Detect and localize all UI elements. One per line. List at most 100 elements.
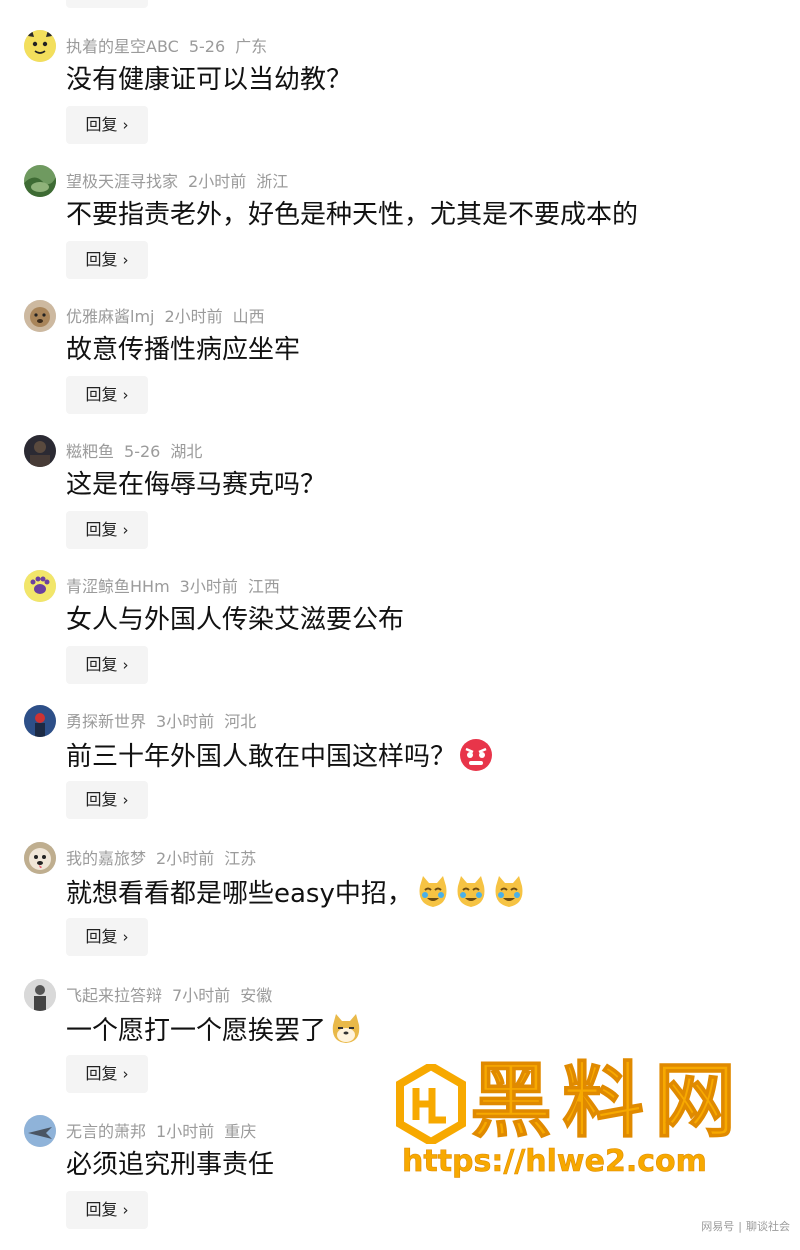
- avatar[interactable]: [24, 979, 56, 1011]
- reply-label: 回复: [85, 790, 118, 809]
- dark-scene-avatar-icon: [24, 435, 56, 467]
- comment-username[interactable]: 我的嘉旅梦: [66, 849, 146, 868]
- comment-meta: 执着的星空ABC 5-26 广东: [66, 36, 277, 58]
- comment-text: 必须追究刑事责任: [66, 1147, 274, 1183]
- comment-username[interactable]: 优雅麻酱lmj: [66, 307, 154, 326]
- previous-reply-button-partial[interactable]: [66, 0, 148, 8]
- comment-time: 3小时前: [179, 577, 238, 596]
- chevron-right-icon: ›: [122, 386, 129, 404]
- comment-item: 糍粑鱼 5-26 湖北 这是在侮辱马赛克吗？ 回复 ›: [0, 435, 800, 570]
- reply-button[interactable]: 回复 ›: [66, 511, 148, 549]
- comment-meta: 青涩鲸鱼HHm 3小时前 江西: [66, 576, 290, 598]
- reply-label: 回复: [85, 655, 118, 674]
- reply-button[interactable]: 回复 ›: [66, 376, 148, 414]
- comment-meta: 我的嘉旅梦 2小时前 江苏: [66, 848, 266, 870]
- comment-time: 5-26: [124, 442, 161, 461]
- comment-text-body: 必须追究刑事责任: [66, 1150, 275, 1180]
- comment-location: 浙江: [256, 172, 289, 191]
- comment-location: 江西: [247, 577, 280, 596]
- cat-laugh-emoji-icon: [457, 876, 485, 907]
- reply-button[interactable]: 回复 ›: [66, 1191, 148, 1229]
- comment-location: 广东: [235, 37, 268, 56]
- chevron-right-icon: ›: [122, 251, 129, 269]
- reply-button[interactable]: 回复 ›: [66, 646, 148, 684]
- source-channel: 聊谈社会: [746, 1220, 790, 1233]
- chevron-right-icon: ›: [122, 521, 129, 539]
- yellow-cartoon-avatar-icon: [24, 30, 56, 62]
- chevron-right-icon: ›: [122, 1201, 129, 1219]
- reply-label: 回复: [85, 385, 118, 404]
- comment-text: 就想看看都是哪些easy中招，: [66, 874, 527, 910]
- comment-item: 执着的星空ABC 5-26 广东 没有健康证可以当幼教？ 回复 ›: [0, 30, 800, 165]
- comment-item: 我的嘉旅梦 2小时前 江苏 就想看看都是哪些easy中招， 回复 ›: [0, 842, 800, 977]
- comment-meta: 望极天涯寻找家 2小时前 浙江: [66, 171, 298, 193]
- comment-item: 青涩鲸鱼HHm 3小时前 江西 女人与外国人传染艾滋要公布 回复 ›: [0, 570, 800, 705]
- dog-avatar-icon: [24, 300, 56, 332]
- comment-time: 5-26: [188, 37, 226, 56]
- comment-location: 湖北: [170, 442, 203, 461]
- reply-button[interactable]: 回复 ›: [66, 241, 148, 279]
- comment-meta: 糍粑鱼 5-26 湖北: [66, 441, 212, 463]
- avatar[interactable]: [24, 30, 56, 62]
- comment-username[interactable]: 望极天涯寻找家: [66, 172, 178, 191]
- doge-emoji-icon: [332, 1014, 360, 1043]
- comment-location: 河北: [224, 712, 257, 731]
- source-attribution: 网易号 | 聊谈社会: [701, 1218, 790, 1234]
- reply-button[interactable]: 回复 ›: [66, 106, 148, 144]
- comment-text-body: 前三十年外国人敢在中国这样吗？: [66, 742, 457, 772]
- comment-time: 2小时前: [156, 849, 215, 868]
- comment-text-body: 不要指责老外，好色是种天性，尤其是不要成本的: [66, 200, 639, 230]
- comment-meta: 勇探新世界 3小时前 河北: [66, 711, 266, 733]
- comment-username[interactable]: 执着的星空ABC: [66, 37, 179, 56]
- comment-username[interactable]: 无言的萧邦: [66, 1122, 146, 1141]
- comment-meta: 飞起来拉答辩 7小时前 安徽: [66, 985, 282, 1007]
- reply-label: 回复: [85, 520, 118, 539]
- paw-avatar-icon: [24, 570, 56, 602]
- reply-label: 回复: [85, 1064, 118, 1083]
- comment-text: 女人与外国人传染艾滋要公布: [66, 602, 404, 638]
- avatar[interactable]: [24, 165, 56, 197]
- comment-text-body: 女人与外国人传染艾滋要公布: [66, 605, 405, 635]
- avatar[interactable]: [24, 705, 56, 737]
- comment-time: 2小时前: [188, 172, 247, 191]
- watermark-title: 黑料网: [469, 1054, 747, 1150]
- dog-face-avatar-icon: [24, 842, 56, 874]
- comment-location: 重庆: [224, 1122, 257, 1141]
- reply-button[interactable]: 回复 ›: [66, 781, 148, 819]
- comment-item: 望极天涯寻找家 2小时前 浙江 不要指责老外，好色是种天性，尤其是不要成本的 回复 ›: [0, 165, 800, 300]
- comment-location: 山西: [232, 307, 265, 326]
- comment-username[interactable]: 糍粑鱼: [66, 442, 114, 461]
- comment-time: 7小时前: [172, 986, 231, 1005]
- reply-label: 回复: [85, 115, 118, 134]
- comment-text: 前三十年外国人敢在中国这样吗？: [66, 737, 494, 773]
- reply-button[interactable]: 回复 ›: [66, 918, 148, 956]
- comment-meta: 无言的萧邦 1小时前 重庆: [66, 1121, 266, 1143]
- comment-location: 江苏: [224, 849, 257, 868]
- comment-username[interactable]: 青涩鲸鱼HHm: [66, 577, 170, 596]
- reply-label: 回复: [85, 1200, 118, 1219]
- comment-text-body: 一个愿打一个愿挨罢了: [66, 1016, 327, 1046]
- separator: |: [738, 1220, 742, 1233]
- chevron-right-icon: ›: [122, 656, 129, 674]
- chevron-right-icon: ›: [122, 1065, 129, 1083]
- comment-time: 2小时前: [164, 307, 223, 326]
- comment-text: 故意传播性病应坐牢: [66, 332, 300, 368]
- comment-text-body: 这是在侮辱马赛克吗？: [66, 470, 327, 500]
- jet-avatar-icon: [24, 1115, 56, 1147]
- avatar[interactable]: [24, 300, 56, 332]
- comment-username[interactable]: 飞起来拉答辩: [66, 986, 162, 1005]
- reply-label: 回复: [85, 927, 118, 946]
- avatar[interactable]: [24, 570, 56, 602]
- landscape-avatar-icon: [24, 165, 56, 197]
- comment-text-body: 没有健康证可以当幼教？: [66, 65, 353, 95]
- avatar[interactable]: [24, 435, 56, 467]
- reply-button[interactable]: 回复 ›: [66, 1055, 148, 1093]
- comment-location: 安徽: [240, 986, 273, 1005]
- comment-item: 勇探新世界 3小时前 河北 前三十年外国人敢在中国这样吗？ 回复 ›: [0, 705, 800, 840]
- comment-username[interactable]: 勇探新世界: [66, 712, 146, 731]
- avatar[interactable]: [24, 1115, 56, 1147]
- hl-logo-icon: [396, 1064, 466, 1144]
- avatar[interactable]: [24, 842, 56, 874]
- comment-time: 1小时前: [156, 1122, 215, 1141]
- comment-meta: 优雅麻酱lmj 2小时前 山西: [66, 306, 275, 328]
